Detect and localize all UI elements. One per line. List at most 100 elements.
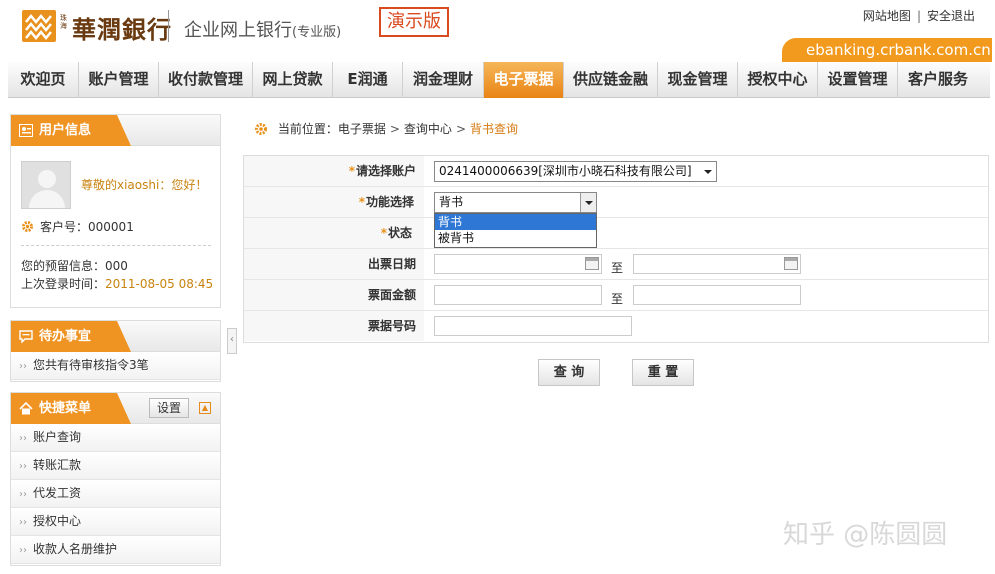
- breadcrumb-item-ebill[interactable]: 电子票据: [338, 122, 386, 136]
- header: 珠海 華潤銀行 企业网上银行(专业版) 演示版 网站地图 | 安全退出 ebanki…: [0, 0, 995, 62]
- user-card-icon: [19, 124, 33, 137]
- nav-item-welcome[interactable]: 欢迎页: [8, 62, 79, 98]
- last-login-row: 上次登录时间：2011-08-05 08:45: [21, 275, 213, 292]
- bank-logo-icon: [22, 10, 56, 42]
- quick-item-payee-list[interactable]: ›› 收款人名册维护: [11, 536, 220, 564]
- function-option-endorse[interactable]: 背书: [435, 214, 596, 230]
- double-chevron-icon: ››: [19, 489, 27, 500]
- reserved-info-row: 您的预留信息：000: [21, 257, 128, 274]
- nav-item-erun[interactable]: E润通: [333, 62, 403, 98]
- quick-item-label: 收款人名册维护: [33, 542, 118, 556]
- quick-item-auth-center[interactable]: ›› 授权中心: [11, 508, 220, 536]
- breadcrumb-separator: >: [455, 122, 466, 136]
- range-separator: 至: [611, 292, 624, 306]
- collapse-sidebar-handle[interactable]: ‹: [227, 328, 237, 354]
- reserved-info-label: 您的预留信息：: [21, 259, 106, 273]
- todo-title: 待办事宜: [39, 329, 92, 344]
- function-select[interactable]: 背书: [434, 192, 597, 213]
- todo-item-pending[interactable]: ›› 您共有待审核指令3笔: [11, 352, 220, 380]
- chevron-down-icon: [700, 162, 716, 181]
- site-url: ebanking.crbank.com.cn: [782, 38, 992, 62]
- function-dropdown-list: 背书 被背书: [434, 213, 597, 248]
- chevron-down-icon: [580, 193, 596, 212]
- reset-button[interactable]: 重 置: [632, 359, 694, 386]
- user-info-tab: 用户信息: [11, 115, 132, 146]
- logo-small-text: 珠海: [60, 14, 67, 30]
- quick-item-label: 授权中心: [33, 514, 82, 528]
- top-links: 网站地图 | 安全退出: [863, 7, 975, 24]
- calendar-icon[interactable]: [585, 257, 599, 270]
- customer-no-row: 客户号：000001: [21, 218, 134, 235]
- double-chevron-icon: ››: [19, 433, 27, 444]
- customer-no-value: 000001: [88, 220, 134, 234]
- message-icon: [19, 330, 33, 343]
- amount-from-input[interactable]: [434, 285, 602, 305]
- status-label: *状态: [244, 218, 424, 248]
- main-nav: 欢迎页 账户管理 收付款管理 网上贷款 E润通 润金理财 电子票据 供应链金融 …: [8, 62, 990, 98]
- account-label-text: 请选择账户: [355, 164, 416, 178]
- bank-name: 企业网上银行(专业版): [184, 16, 341, 42]
- breadcrumb-prefix: 当前位置：: [277, 122, 338, 136]
- bill-no-label: 票据号码: [244, 311, 424, 341]
- todo-header: 待办事宜: [10, 320, 221, 352]
- function-select-value: 背书: [439, 195, 464, 209]
- user-info-header: 用户信息: [10, 114, 221, 146]
- issue-date-to-input[interactable]: [633, 254, 801, 274]
- header-divider: [168, 10, 169, 42]
- nav-item-account[interactable]: 账户管理: [79, 62, 159, 98]
- amount-label: 票面金额: [244, 280, 424, 310]
- gear-icon: [22, 221, 33, 232]
- bank-edition: (专业版): [292, 25, 342, 40]
- last-login-value: 2011-08-05 08:45: [105, 277, 214, 291]
- nav-item-payment[interactable]: 收付款管理: [159, 62, 253, 98]
- quick-item-account-query[interactable]: ›› 账户查询: [11, 424, 220, 452]
- nav-item-settings[interactable]: 设置管理: [818, 62, 898, 98]
- bill-no-input[interactable]: [434, 316, 632, 336]
- query-button[interactable]: 查 询: [538, 359, 600, 386]
- function-label: *功能选择: [244, 187, 424, 217]
- quick-menu-title: 快捷菜单: [39, 401, 92, 416]
- nav-item-loan[interactable]: 网上贷款: [253, 62, 333, 98]
- account-select[interactable]: 0241400006639[深圳市小晓石科技有限公司]: [434, 161, 717, 182]
- form-row-function: *功能选择 背书: [244, 187, 988, 218]
- user-info-title: 用户信息: [39, 123, 92, 138]
- range-separator: 至: [611, 261, 624, 275]
- breadcrumb-item-query[interactable]: 查询中心: [404, 122, 452, 136]
- bank-name-text: 企业网上银行: [184, 20, 292, 41]
- nav-item-service[interactable]: 客户服务: [898, 62, 978, 98]
- quick-menu-panel: ›› 账户查询 ›› 转账汇款 ›› 代发工资 ›› 授权中心 ›› 收款人名册维护: [10, 424, 221, 566]
- user-info-divider: [21, 245, 211, 246]
- top-links-separator: |: [916, 9, 921, 23]
- function-option-endorsed[interactable]: 被背书: [435, 230, 596, 246]
- amount-to-input[interactable]: [633, 285, 801, 305]
- nav-item-auth[interactable]: 授权中心: [738, 62, 818, 98]
- quick-item-label: 账户查询: [33, 430, 82, 444]
- form-row-status: *状态: [244, 218, 988, 249]
- reserved-info-value: 000: [105, 259, 128, 273]
- nav-item-ebill[interactable]: 电子票据: [484, 62, 564, 98]
- quick-menu-tab: 快捷菜单: [11, 393, 132, 424]
- double-chevron-icon: ››: [19, 361, 27, 372]
- nav-item-supply-chain[interactable]: 供应链金融: [564, 62, 658, 98]
- issue-date-label: 出票日期: [244, 249, 424, 279]
- sitemap-link[interactable]: 网站地图: [863, 9, 911, 23]
- double-chevron-icon: ››: [19, 517, 27, 528]
- query-form: * 请选择账户 0241400006639[深圳市小晓石科技有限公司] *功能选择…: [243, 155, 989, 343]
- nav-item-finance[interactable]: 润金理财: [403, 62, 484, 98]
- quick-item-transfer[interactable]: ›› 转账汇款: [11, 452, 220, 480]
- avatar: [21, 161, 71, 209]
- nav-item-cash[interactable]: 现金管理: [658, 62, 738, 98]
- quick-item-payroll[interactable]: ›› 代发工资: [11, 480, 220, 508]
- logo-text: 華潤銀行: [72, 15, 172, 44]
- calendar-icon[interactable]: [784, 257, 798, 270]
- required-mark: *: [358, 195, 365, 209]
- status-label-text: 状态: [387, 226, 412, 240]
- double-chevron-icon: ››: [19, 545, 27, 556]
- logout-link[interactable]: 安全退出: [927, 9, 975, 23]
- collapse-up-icon[interactable]: ▲: [199, 402, 211, 414]
- quick-item-label: 转账汇款: [33, 458, 82, 472]
- breadcrumb-separator: >: [389, 122, 400, 136]
- demo-badge: 演示版: [379, 7, 449, 37]
- issue-date-from-input[interactable]: [434, 254, 602, 274]
- quick-menu-settings-button[interactable]: 设置: [149, 398, 189, 418]
